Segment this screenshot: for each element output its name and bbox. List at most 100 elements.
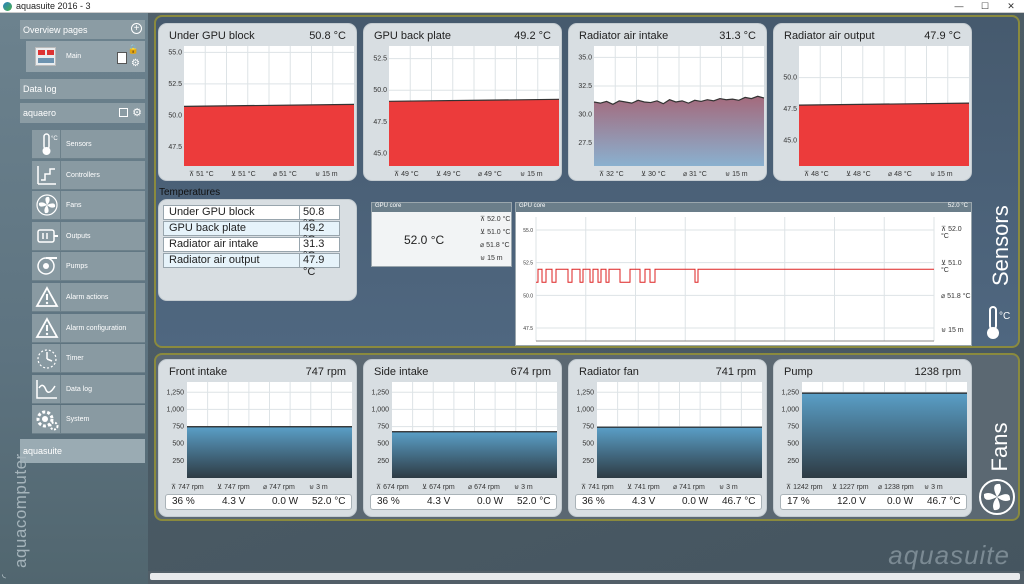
sensor-stat: ⊼ 48 °C [804,171,829,178]
sensor-stat: ⊍ 15 m [315,171,338,178]
fan-card[interactable]: Radiator fan 741 rpm 1,250 1,000 750 500 250 ⊼… [568,359,767,517]
y-tick-label: 1,000 [576,406,594,413]
sidebar-item-alarm-configuration[interactable]: Alarm configuration [32,314,145,343]
stat-min: ⊻ 51.0 °C [480,229,511,236]
sidebar-item-controllers[interactable]: Controllers [32,161,145,190]
sensor-card[interactable]: Radiator air output 47.9 °C 50.0 47.5 45.0 ⊼… [773,23,972,181]
stat-min: ⊻ 51.0 °C [941,260,962,274]
sidebar-item-timer[interactable]: Timer [32,344,145,373]
overview-pages-header[interactable]: Overview pages + [20,20,145,39]
fan-icon [33,192,60,219]
title-bar: aquasuite 2016 - 3 — ☐ ✕ [0,0,1024,13]
sidebar-item-label: Alarm actions [66,293,109,301]
outputs-icon [33,223,60,250]
lock-icon[interactable]: 🔒 [128,44,139,55]
sensor-chart: 50.0 47.5 45.0 [783,46,970,166]
fan-info-bar: 36 % 4.3 V 0.0 W 52.0 °C [370,494,557,510]
sensor-stat: ⊻ 51 °C [231,171,256,178]
sidebar-item-fans[interactable]: Fans [32,191,145,220]
sidebar-item-alarm-actions[interactable]: Alarm actions [32,283,145,312]
y-tick-label: 1,250 [576,389,594,396]
fan-info-value: 0.0 W [682,496,709,507]
fan-card[interactable]: Side intake 674 rpm 1,250 1,000 750 500 250 ⊼ … [363,359,562,517]
y-tick-label: 250 [582,458,594,465]
fan-stat: ⊍ 3 m [719,484,738,491]
y-tick-label: 50.0 [168,112,182,119]
fan-info-value: 0.0 W [477,496,504,507]
thermometer-icon: °C [982,305,1014,348]
aquaero-label: aquaero [23,108,57,118]
gear-icon[interactable]: ⚙ [132,106,142,119]
sensor-stat: ⌀ 48 °C [888,171,912,178]
y-tick-label: 47.5 [373,119,387,126]
horizontal-scrollbar[interactable] [150,573,1020,580]
chart-icon [33,376,60,403]
pdf-icon[interactable] [117,52,127,64]
y-tick-label: 750 [377,424,389,431]
series-area [184,104,354,166]
temperatures-heading: Temperatures [159,187,221,198]
sidebar-item-data-log[interactable]: Data log [32,375,145,404]
fan-card[interactable]: Pump 1238 rpm 1,250 1,000 750 500 250 ⊼ 1242 r… [773,359,972,517]
sensor-card[interactable]: Radiator air intake 31.3 °C 35.0 32.5 30.0 2… [568,23,767,181]
fan-info-value: 36 % [172,496,195,507]
y-tick-label: 50.0 [783,75,797,82]
y-tick-label: 1,250 [781,389,799,396]
sidebar-item-label: Pumps [66,262,88,270]
add-icon[interactable]: + [131,23,142,34]
sidebar-item-outputs[interactable]: Outputs [32,222,145,251]
fan-stat: ⌀ 747 rpm [263,484,295,491]
y-tick-label: 250 [787,458,799,465]
y-tick-label: 250 [377,458,389,465]
y-tick-label: 750 [787,424,799,431]
y-tick-label: 50.0 [523,293,533,299]
y-tick-label: 47.5 [783,106,797,113]
series-area [799,103,969,166]
controller-icon [33,162,60,189]
sensor-stat: ⊼ 51 °C [189,171,214,178]
stat-max: ⊼ 52.0 °C [941,226,962,240]
y-tick-label: 1,250 [166,389,184,396]
y-tick-label: 32.5 [578,83,592,90]
table-row: Under GPU block50.8 °C [163,205,340,230]
fan-stat: ⊍ 3 m [924,484,943,491]
sidebar-item-label: Fans [66,201,82,209]
y-tick-label: 50.0 [373,87,387,94]
sidebar-item-system[interactable]: System [32,405,145,434]
fan-info-value: 46.7 °C [927,496,961,507]
fan-info-value: 52.0 °C [312,496,346,507]
table-row: GPU back plate49.2 °C [163,221,340,246]
fan-stat: ⊻ 1227 rpm [832,484,869,491]
svg-text:°C: °C [51,136,58,142]
overview-page-main[interactable]: Main 🔒 ⚙ [26,41,145,72]
sensor-stat: ⌀ 51 °C [273,171,297,178]
sensor-chart: 52.5 50.0 47.5 45.0 [373,46,560,166]
y-tick-label: 1,000 [166,406,184,413]
sensor-stat: ⊻ 49 °C [436,171,461,178]
sensor-card[interactable]: GPU back plate 49.2 °C 52.5 50.0 47.5 45.0 ⊼ … [363,23,562,181]
gear-icon[interactable]: ⚙ [131,58,140,69]
aquasuite-header[interactable]: aquasuite [20,439,145,463]
y-tick-label: 1,000 [781,406,799,413]
data-log-header[interactable]: Data log [20,79,145,99]
sidebar-item-sensors[interactable]: °C Sensors [32,130,145,159]
fan-info-bar: 17 % 12.0 V 0.0 W 46.7 °C [780,494,967,510]
save-icon[interactable] [119,108,128,117]
gpu-core-chart-title: GPU core [519,203,546,209]
warning-icon [33,315,60,342]
aquaero-header[interactable]: aquaero ⚙ [20,103,145,123]
sidebar-item-pumps[interactable]: Pumps [32,252,145,281]
brand-logo: aquacomputer [11,453,30,568]
y-tick-label: 30.0 [578,112,592,119]
maximize-button[interactable]: ☐ [972,0,998,13]
fan-card[interactable]: Front intake 747 rpm 1,250 1,000 750 500 250 ⊼… [158,359,357,517]
minimize-button[interactable]: — [946,0,972,13]
close-button[interactable]: ✕ [998,0,1024,13]
fan-stat: ⊼ 1242 rpm [786,484,823,491]
sensor-card[interactable]: Under GPU block 50.8 °C 55.0 52.5 50.0 47.5 ⊼… [158,23,357,181]
fan-stat: ⊍ 3 m [309,484,328,491]
gpu-core-chart-value: 52.0 °C [947,203,968,209]
y-tick-label: 52.5 [373,56,387,63]
fan-stat: ⌀ 1238 rpm [878,484,914,491]
y-tick-label: 500 [582,441,594,448]
